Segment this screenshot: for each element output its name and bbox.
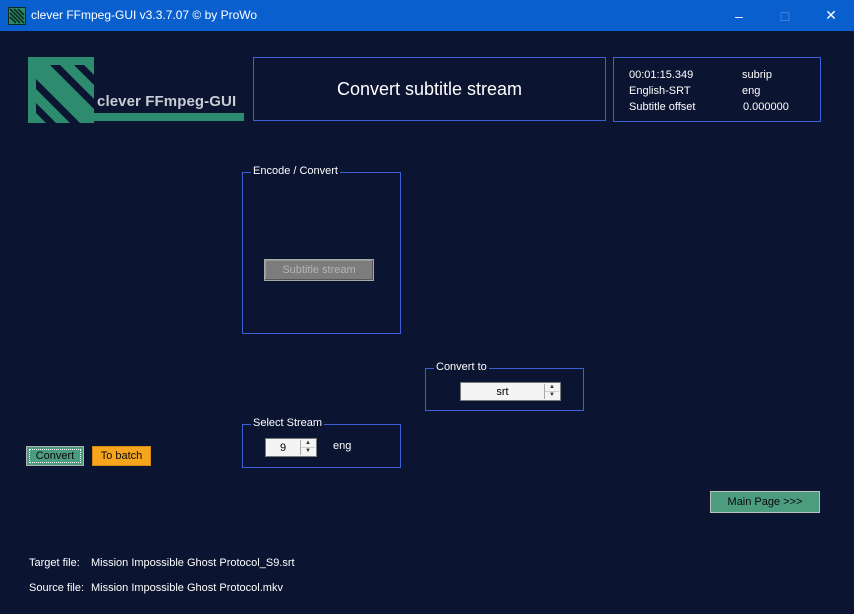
source-file-label: Source file: bbox=[29, 582, 85, 594]
spinner-arrows[interactable]: ▲ ▼ bbox=[300, 440, 315, 455]
source-file-value: Mission Impossible Ghost Protocol.mkv bbox=[91, 582, 283, 594]
convert-format-value: srt bbox=[496, 385, 509, 398]
language-value: eng bbox=[742, 85, 761, 97]
main-page-button[interactable]: Main Page >>> bbox=[710, 491, 820, 513]
header-panel: Convert subtitle stream bbox=[253, 57, 606, 121]
encode-convert-label: Encode / Convert bbox=[251, 165, 340, 177]
spin-down-icon[interactable]: ▼ bbox=[301, 448, 315, 456]
stream-language: eng bbox=[333, 440, 352, 452]
duration-value: 00:01:15.349 bbox=[629, 69, 694, 81]
to-batch-button[interactable]: To batch bbox=[92, 446, 151, 466]
app-logo bbox=[26, 55, 246, 125]
app-logo-icon bbox=[8, 7, 26, 25]
page-title: Convert subtitle stream bbox=[336, 78, 523, 99]
offset-value: 0.000000 bbox=[743, 101, 789, 113]
target-file-label: Target file: bbox=[29, 557, 80, 569]
codec-value: subrip bbox=[742, 69, 772, 81]
spin-down-icon[interactable]: ▼ bbox=[545, 392, 559, 400]
spin-up-icon[interactable]: ▲ bbox=[301, 440, 315, 448]
stream-info-panel: 00:01:15.349 subrip English-SRT eng Subt… bbox=[613, 57, 821, 122]
subtitle-stream-button[interactable]: Subtitle stream bbox=[264, 259, 374, 281]
minimize-icon[interactable]: – bbox=[716, 0, 762, 31]
stream-number-spinner[interactable]: 9 ▲ ▼ bbox=[265, 438, 317, 457]
close-icon[interactable]: ✕ bbox=[808, 0, 854, 31]
encode-convert-group: Encode / Convert bbox=[242, 165, 401, 334]
logo-text: clever FFmpeg-GUI bbox=[97, 93, 237, 110]
target-file-value: Mission Impossible Ghost Protocol_S9.srt bbox=[91, 557, 295, 569]
track-name-value: English-SRT bbox=[629, 85, 691, 97]
offset-label: Subtitle offset bbox=[629, 101, 696, 113]
stream-number-value: 9 bbox=[279, 441, 287, 454]
maximize-icon[interactable]: □ bbox=[762, 0, 808, 31]
title-bar[interactable]: clever FFmpeg-GUI v3.3.7.07 © by ProWo –… bbox=[0, 0, 854, 31]
convert-button[interactable]: Convert bbox=[26, 446, 84, 466]
convert-format-spinner[interactable]: srt ▲ ▼ bbox=[460, 382, 561, 401]
select-stream-label: Select Stream bbox=[251, 417, 325, 429]
convert-to-label: Convert to bbox=[434, 361, 489, 373]
spin-up-icon[interactable]: ▲ bbox=[545, 384, 559, 392]
window-title: clever FFmpeg-GUI v3.3.7.07 © by ProWo bbox=[31, 8, 258, 22]
spinner-arrows[interactable]: ▲ ▼ bbox=[544, 384, 559, 399]
